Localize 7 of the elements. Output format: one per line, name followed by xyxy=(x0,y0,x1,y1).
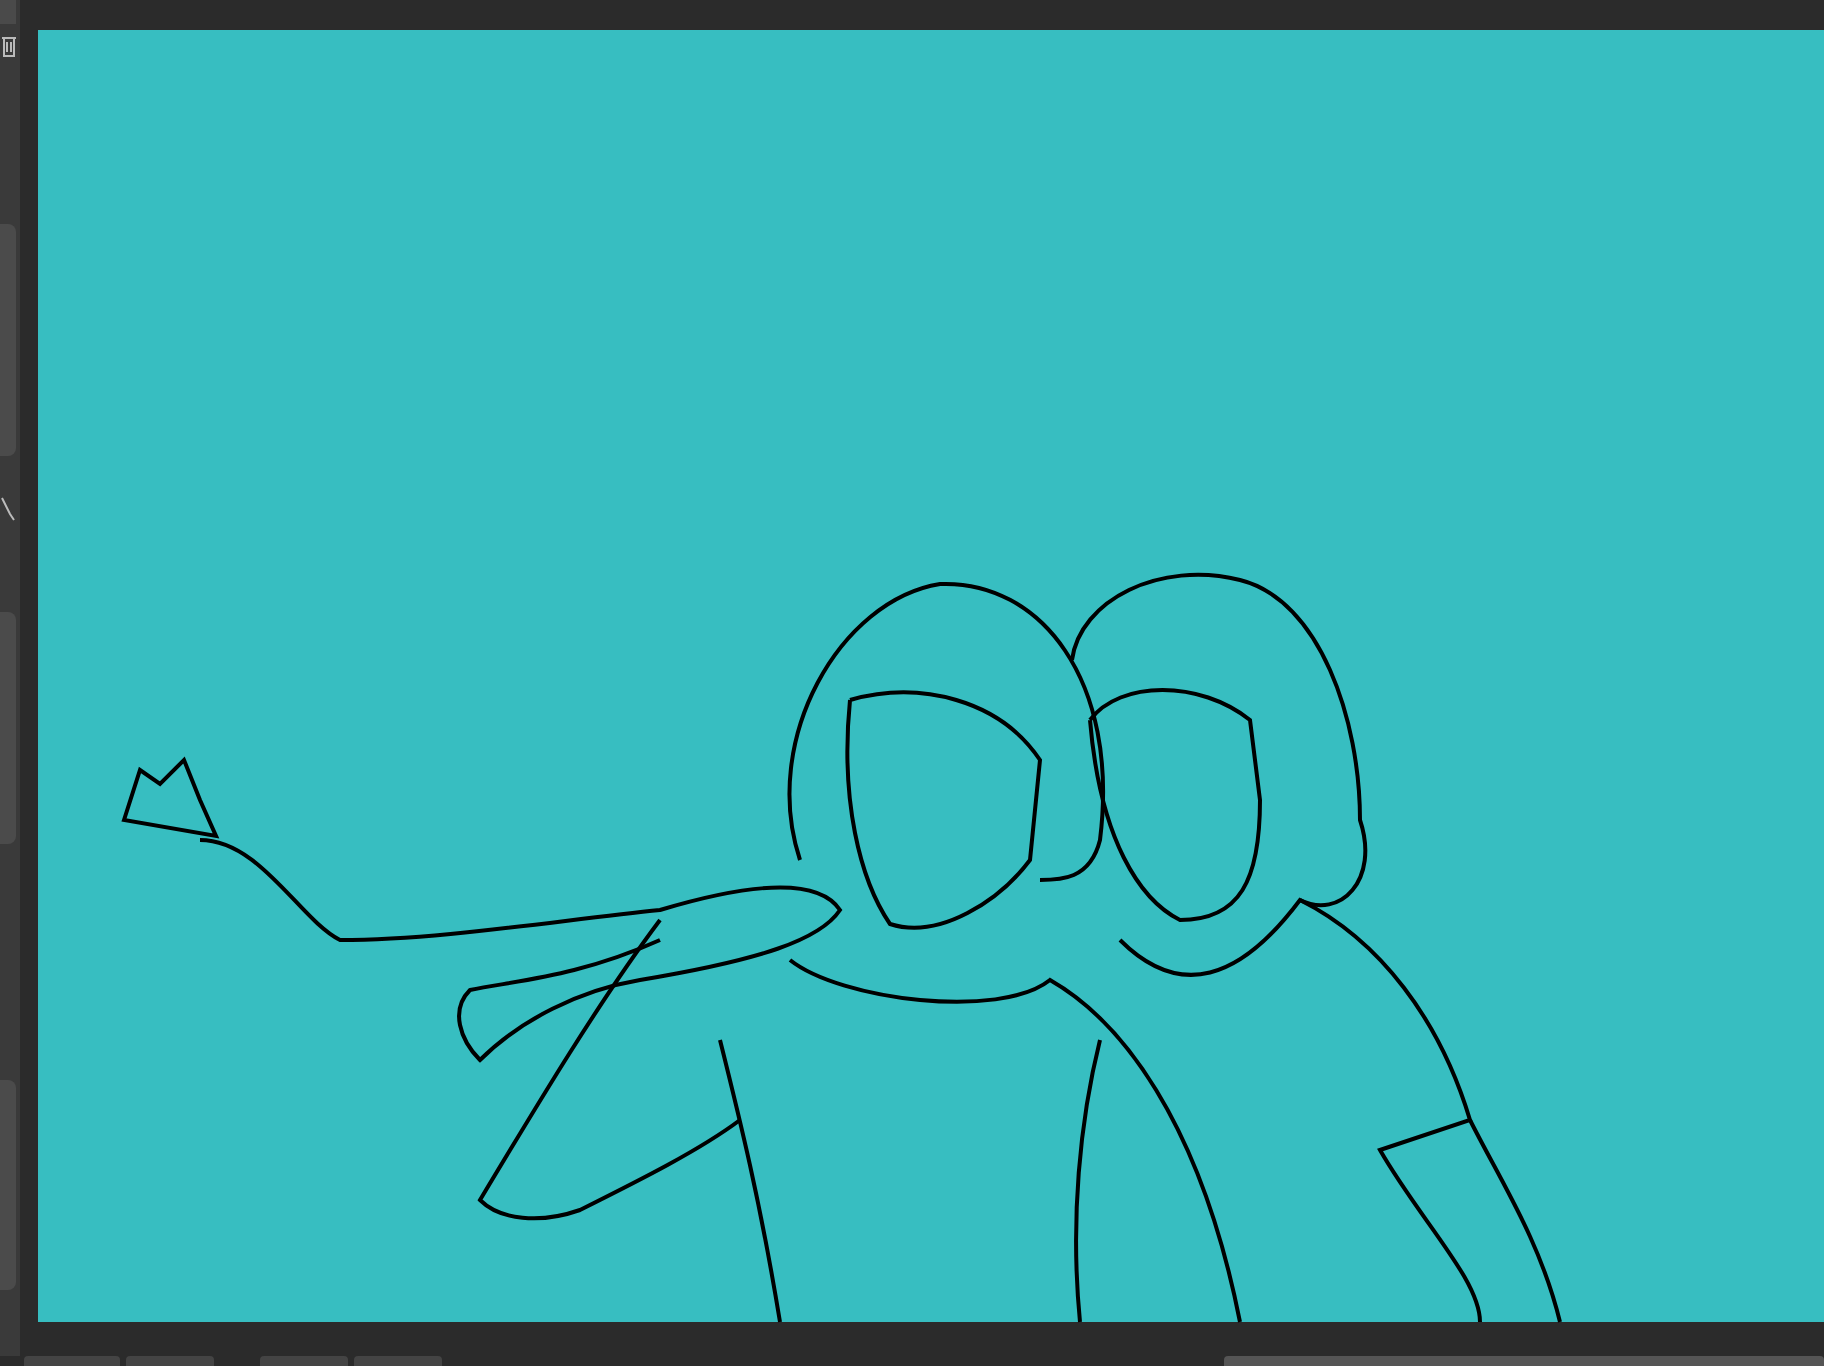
zoom-field[interactable] xyxy=(24,1356,120,1366)
brush-icon[interactable] xyxy=(0,496,16,524)
trash-icon[interactable] xyxy=(0,32,16,60)
status-field[interactable] xyxy=(354,1356,442,1366)
horizontal-scrollbar[interactable] xyxy=(1224,1356,1824,1366)
status-field[interactable] xyxy=(126,1356,214,1366)
rotation-field[interactable] xyxy=(260,1356,348,1366)
